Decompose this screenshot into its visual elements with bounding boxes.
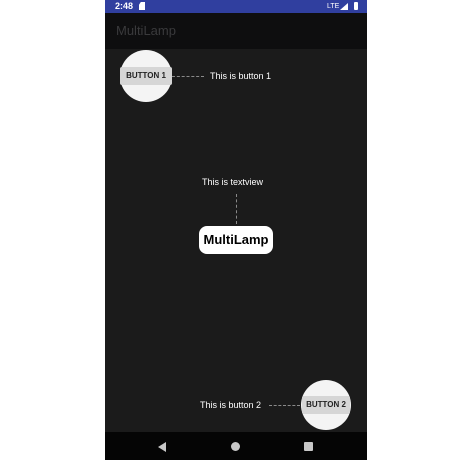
- button1-connector: [172, 76, 204, 77]
- phone-screen: 2:48 LTE MultiLamp BUTTON 1 This is butt…: [105, 0, 367, 460]
- recents-icon[interactable]: [304, 442, 313, 451]
- main-content: BUTTON 1 This is button 1 This is textvi…: [105, 49, 367, 432]
- status-network: LTE: [327, 3, 340, 10]
- app-title: MultiLamp: [116, 23, 176, 38]
- home-icon[interactable]: [231, 442, 240, 451]
- button-1[interactable]: BUTTON 1: [120, 67, 172, 85]
- textview-hint: This is textview: [202, 177, 264, 187]
- button2-connector: [269, 405, 300, 406]
- button2-hint: This is button 2: [200, 400, 262, 410]
- battery-icon: [354, 2, 358, 10]
- screen-stage: 2:48 LTE MultiLamp BUTTON 1 This is butt…: [0, 0, 474, 460]
- multilamp-textview: MultiLamp: [199, 226, 273, 254]
- sd-card-icon: [139, 2, 145, 10]
- button-2[interactable]: BUTTON 2: [302, 396, 350, 414]
- signal-icon: [340, 3, 348, 10]
- button1-hint: This is button 1: [210, 71, 272, 81]
- back-icon[interactable]: [158, 442, 166, 452]
- navigation-bar: [105, 432, 367, 460]
- textview-connector: [236, 194, 237, 224]
- app-bar: MultiLamp: [105, 13, 367, 49]
- status-time: 2:48: [115, 1, 134, 11]
- status-bar: 2:48 LTE: [105, 0, 367, 13]
